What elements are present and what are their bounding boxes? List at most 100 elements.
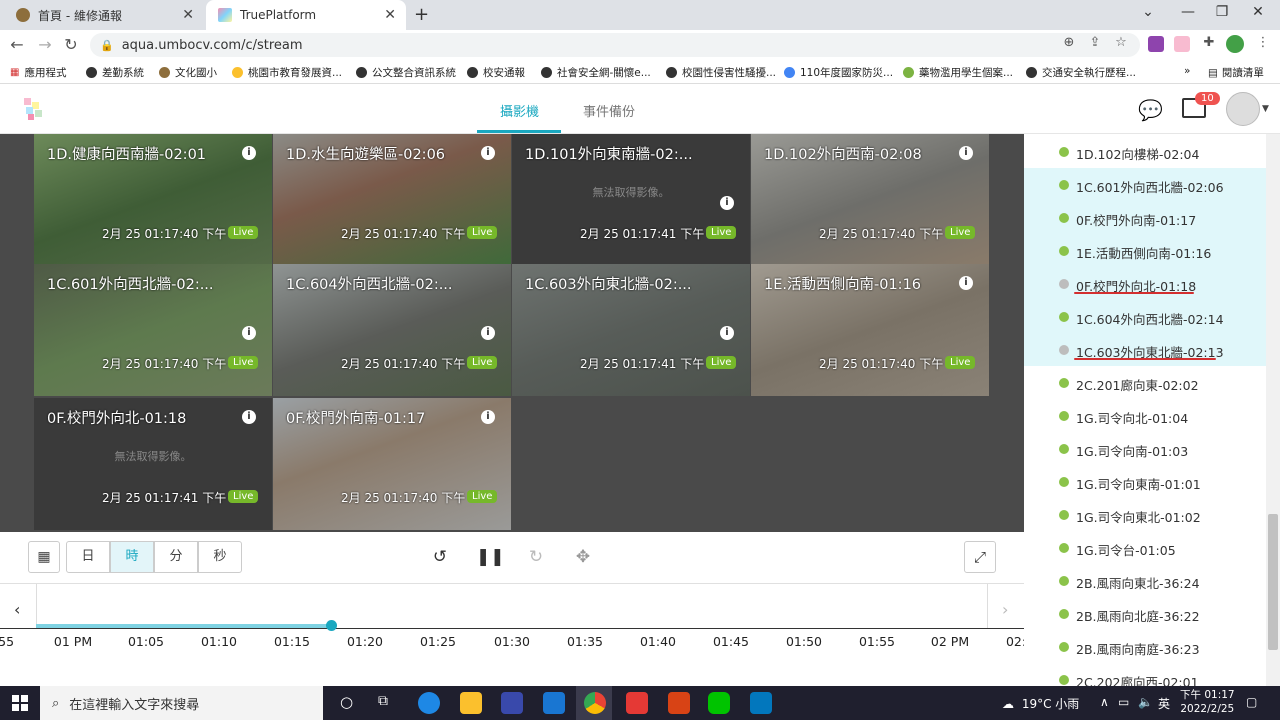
- taskbar-search-input[interactable]: ⌕ 在這裡輸入文字來搜尋: [40, 686, 323, 720]
- camera-list-item[interactable]: 2C.201廊向東-02:02: [1024, 366, 1266, 399]
- tab-event-backup[interactable]: 事件備份: [583, 101, 635, 120]
- close-window-button[interactable]: ✕: [1246, 4, 1270, 20]
- share-icon[interactable]: ⇪: [1084, 35, 1106, 50]
- extensions-puzzle-icon[interactable]: ✚: [1198, 35, 1220, 50]
- camera-list-item[interactable]: 1G.司令向東北-01:02: [1024, 498, 1266, 531]
- camera-tile[interactable]: 1C.601外向西北牆-02:... i 2月 25 01:17:40 下午 L…: [34, 264, 272, 396]
- camera-list-item[interactable]: 1G.司令向北-01:04: [1024, 399, 1266, 432]
- camera-tile[interactable]: 1D.101外向東南牆-02:... 無法取得影像。 i 2月 25 01:17…: [512, 134, 750, 266]
- profile-icon[interactable]: [1226, 35, 1244, 53]
- network-icon[interactable]: ▭: [1118, 695, 1129, 709]
- camera-tile[interactable]: 1D.102外向西南-02:08 i 2月 25 01:17:40 下午 Liv…: [751, 134, 989, 266]
- cortana-icon[interactable]: ○: [340, 693, 353, 711]
- camera-list-item[interactable]: 2B.風雨向東北-36:24: [1024, 564, 1266, 597]
- bookmarks-overflow-icon[interactable]: »: [1184, 65, 1190, 77]
- chrome-icon[interactable]: [584, 692, 606, 714]
- timeline-track[interactable]: [36, 584, 988, 628]
- edge-icon[interactable]: [418, 692, 440, 714]
- camera-tile[interactable]: 1C.604外向西北牆-02:... i 2月 25 01:17:40 下午 L…: [273, 264, 511, 396]
- rewind-12-icon[interactable]: ↺: [428, 547, 452, 567]
- timeline-next-icon[interactable]: ›: [1002, 600, 1008, 619]
- task-view-icon[interactable]: ⧉: [378, 693, 388, 709]
- info-icon[interactable]: i: [720, 326, 734, 340]
- reload-icon[interactable]: ↻: [60, 35, 82, 54]
- camera-list-item[interactable]: 1G.司令向東南-01:01: [1024, 465, 1266, 498]
- fullscreen-icon[interactable]: ⤢: [964, 541, 996, 573]
- bookmark-item[interactable]: 藥物濫用學生個案...: [903, 65, 1013, 80]
- forward-12-icon[interactable]: ↻: [524, 547, 548, 567]
- system-clock[interactable]: 下午 01:17 2022/2/25: [1180, 688, 1235, 716]
- pause-icon[interactable]: ❚❚: [476, 547, 505, 567]
- photos-icon[interactable]: [750, 692, 772, 714]
- bookmark-item[interactable]: 桃園市教育發展資...: [232, 65, 342, 80]
- info-icon[interactable]: i: [242, 326, 256, 340]
- address-bar[interactable]: 🔒 aqua.umbocv.com/c/stream: [90, 33, 1140, 57]
- camera-list-item[interactable]: 1D.102向樓梯-02:04: [1024, 135, 1266, 168]
- volume-icon[interactable]: 🔈: [1138, 695, 1153, 709]
- chevron-down-icon[interactable]: ▼: [1262, 104, 1269, 114]
- camera-tile[interactable]: 0F.校門外向南-01:17 i 2月 25 01:17:40 下午 Live: [273, 398, 511, 530]
- tab-cameras[interactable]: 攝影機: [500, 101, 539, 120]
- calendar-icon[interactable]: ▦: [28, 541, 60, 573]
- trueplatform-logo[interactable]: [22, 96, 48, 122]
- powerpoint-icon[interactable]: [668, 692, 690, 714]
- info-icon[interactable]: i: [242, 410, 256, 424]
- camera-list-item[interactable]: 1C.603外向東北牆-02:13: [1024, 333, 1266, 366]
- camera-tile[interactable]: 1D.健康向西南牆-02:01 i 2月 25 01:17:40 下午 Live: [34, 134, 272, 266]
- camera-tile[interactable]: 1E.活動西側向南-01:16 i 2月 25 01:17:40 下午 Live: [751, 264, 989, 396]
- info-icon[interactable]: i: [481, 410, 495, 424]
- info-icon[interactable]: i: [959, 276, 973, 290]
- info-icon[interactable]: i: [481, 326, 495, 340]
- center-focus-icon[interactable]: ✥: [571, 547, 595, 567]
- unit-minute-button[interactable]: 分: [154, 541, 198, 573]
- camera-list-item[interactable]: 1G.司令台-01:05: [1024, 531, 1266, 564]
- unit-day-button[interactable]: 日: [66, 541, 110, 573]
- timeline-playhead[interactable]: [326, 620, 337, 631]
- camera-list-item[interactable]: 1G.司令向南-01:03: [1024, 432, 1266, 465]
- browser-tab-trueplatform[interactable]: TruePlatform ✕: [206, 0, 406, 30]
- menu-kebab-icon[interactable]: ⋮: [1252, 35, 1274, 50]
- bookmark-apps[interactable]: ▦ 應用程式: [10, 65, 66, 80]
- bookmark-item[interactable]: 校安通報: [467, 65, 525, 80]
- panel-scrollbar-thumb[interactable]: [1268, 514, 1278, 650]
- weather-widget[interactable]: ☁ 19°C 小雨: [1002, 695, 1079, 712]
- bookmark-item[interactable]: 110年度國家防災...: [784, 65, 893, 80]
- info-icon[interactable]: i: [481, 146, 495, 160]
- tab-search-icon[interactable]: ⌄: [1136, 4, 1160, 20]
- extension-video-icon[interactable]: [1174, 36, 1190, 52]
- reading-list[interactable]: ▤ 閱讀清單: [1208, 65, 1264, 80]
- camera-tile[interactable]: 1C.603外向東北牆-02:... i 2月 25 01:17:41 下午 L…: [512, 264, 750, 396]
- line-icon[interactable]: [708, 692, 730, 714]
- unit-second-button[interactable]: 秒: [198, 541, 242, 573]
- bookmark-item[interactable]: 校園性侵害性騷擾...: [666, 65, 776, 80]
- camera-list-item[interactable]: 2C.202廊向西-02:01: [1024, 663, 1266, 686]
- windows-start-icon[interactable]: [12, 695, 28, 711]
- camera-list-item[interactable]: 1C.604外向西北牆-02:14: [1024, 300, 1266, 333]
- back-icon[interactable]: ←: [6, 35, 28, 54]
- unit-hour-button[interactable]: 時: [110, 541, 154, 573]
- minimize-button[interactable]: —: [1176, 4, 1200, 20]
- close-tab-icon[interactable]: ✕: [182, 7, 194, 23]
- extension-b-icon[interactable]: [1148, 36, 1164, 52]
- bookmark-item[interactable]: 差勤系統: [86, 65, 144, 80]
- notification-center-icon[interactable]: ▢: [1246, 695, 1257, 709]
- info-icon[interactable]: i: [242, 146, 256, 160]
- avatar[interactable]: [1226, 92, 1260, 126]
- camera-list-item[interactable]: 0F.校門外向南-01:17: [1024, 201, 1266, 234]
- store-icon[interactable]: [501, 692, 523, 714]
- bookmark-star-icon[interactable]: ☆: [1110, 35, 1132, 50]
- app-icon[interactable]: [626, 692, 648, 714]
- close-tab-icon[interactable]: ✕: [384, 7, 396, 23]
- camera-list-item[interactable]: 0F.校門外向北-01:18: [1024, 267, 1266, 300]
- camera-list-item[interactable]: 1C.601外向西北牆-02:06: [1024, 168, 1266, 201]
- zoom-icon[interactable]: ⊕: [1058, 35, 1080, 50]
- tray-expand-icon[interactable]: ∧: [1100, 695, 1109, 709]
- bookmark-item[interactable]: 交通安全執行歷程...: [1026, 65, 1136, 80]
- chat-icon[interactable]: 💬: [1138, 98, 1163, 122]
- camera-list-item[interactable]: 2B.風雨向北庭-36:22: [1024, 597, 1266, 630]
- new-tab-button[interactable]: +: [414, 4, 429, 25]
- file-explorer-icon[interactable]: [460, 692, 482, 714]
- camera-tile[interactable]: 0F.校門外向北-01:18 i 無法取得影像。 2月 25 01:17:41 …: [34, 398, 272, 530]
- forward-icon[interactable]: →: [34, 35, 56, 54]
- camera-tile[interactable]: 1D.水生向遊樂區-02:06 i 2月 25 01:17:40 下午 Live: [273, 134, 511, 266]
